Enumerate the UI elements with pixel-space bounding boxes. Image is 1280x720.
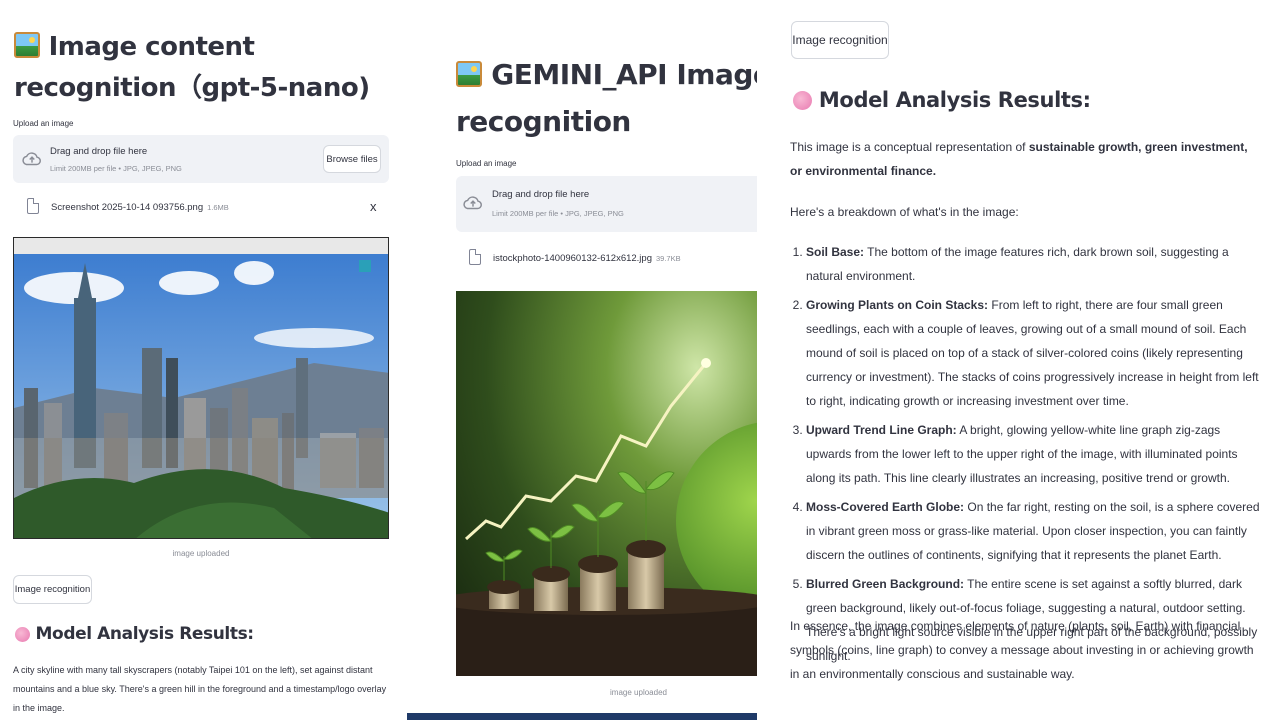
close-icon[interactable]: x (370, 199, 377, 214)
page-title-line1: GEMINI_API Image content (491, 58, 757, 91)
result-intro: This image is a conceptual representatio… (790, 135, 1260, 183)
image-caption: image uploaded (172, 549, 230, 558)
result-text: A city skyline with many tall skyscraper… (13, 665, 387, 713)
results-heading: Model Analysis Results: (793, 88, 1091, 112)
dropzone-title: Drag and drop file here (492, 189, 590, 200)
file-size: 1.6MB (207, 203, 229, 212)
page-title: Image content recognition（gpt-5-nano) (14, 28, 394, 107)
file-icon (469, 249, 481, 265)
upload-label: Upload an image (13, 119, 74, 128)
uploaded-file-row: Screenshot 2025-10-14 093756.png 1.6MB (27, 197, 229, 215)
right-panel: Image recognition Model Analysis Results… (757, 0, 1280, 720)
uploaded-image-skyline (13, 237, 389, 539)
cloud-upload-icon (22, 152, 41, 166)
list-item: Growing Plants on Coin Stacks: From left… (806, 293, 1260, 413)
picture-emoji-icon (14, 31, 40, 69)
dropzone-limit: Limit 200MB per file • JPG, JPEG, PNG (492, 209, 624, 218)
list-item: Upward Trend Line Graph: A bright, glowi… (806, 418, 1260, 490)
file-icon (27, 198, 39, 214)
page-title: GEMINI_API Image content recognition (456, 53, 757, 144)
cloud-upload-icon (463, 196, 482, 210)
upload-label: Upload an image (456, 159, 517, 168)
list-item: Soil Base: The bottom of the image featu… (806, 240, 1260, 288)
file-size: 39.7KB (656, 254, 681, 263)
left-panel: Image content recognition（gpt-5-nano) Up… (0, 0, 400, 720)
result-intro-text: This image is a conceptual representatio… (790, 140, 1029, 154)
file-name: Screenshot 2025-10-14 093756.png (51, 202, 204, 213)
middle-panel: GEMINI_API Image content recognition Upl… (407, 0, 757, 720)
brain-emoji-icon (15, 627, 30, 642)
uploaded-file-row: istockphoto-1400960132-612x612.jpg 39.7KB (469, 248, 681, 266)
result-breakdown: Here's a breakdown of what's in the imag… (790, 205, 1019, 219)
results-heading-text: Model Analysis Results: (35, 624, 255, 644)
dropzone-title: Drag and drop file here (50, 146, 148, 157)
image-recognition-button[interactable]: Image recognition (13, 575, 92, 604)
bottom-bar (407, 713, 757, 720)
picture-emoji-icon (456, 56, 482, 100)
brain-emoji-icon (793, 91, 812, 110)
list-item: Moss-Covered Earth Globe: On the far rig… (806, 495, 1260, 567)
file-dropzone[interactable]: Drag and drop file here Limit 200MB per … (13, 135, 389, 183)
image-recognition-button[interactable]: Image recognition (791, 21, 889, 59)
page-title-line2: recognition (456, 105, 631, 138)
image-caption: image uploaded (610, 688, 667, 697)
results-heading-text: Model Analysis Results: (818, 88, 1091, 112)
dropzone-limit: Limit 200MB per file • JPG, JPEG, PNG (50, 164, 182, 173)
results-heading: Model Analysis Results: (15, 624, 254, 644)
result-summary: In essence, the image combines elements … (790, 619, 1254, 681)
uploaded-image-growth (456, 291, 757, 676)
result-list: Soil Base: The bottom of the image featu… (790, 240, 1260, 673)
page-title-text: Image content recognition（gpt-5-nano) (14, 32, 370, 103)
file-dropzone[interactable]: Drag and drop file here Limit 200MB per … (456, 176, 757, 232)
file-name: istockphoto-1400960132-612x612.jpg (493, 253, 652, 264)
browse-files-button[interactable]: Browse files (323, 145, 381, 173)
